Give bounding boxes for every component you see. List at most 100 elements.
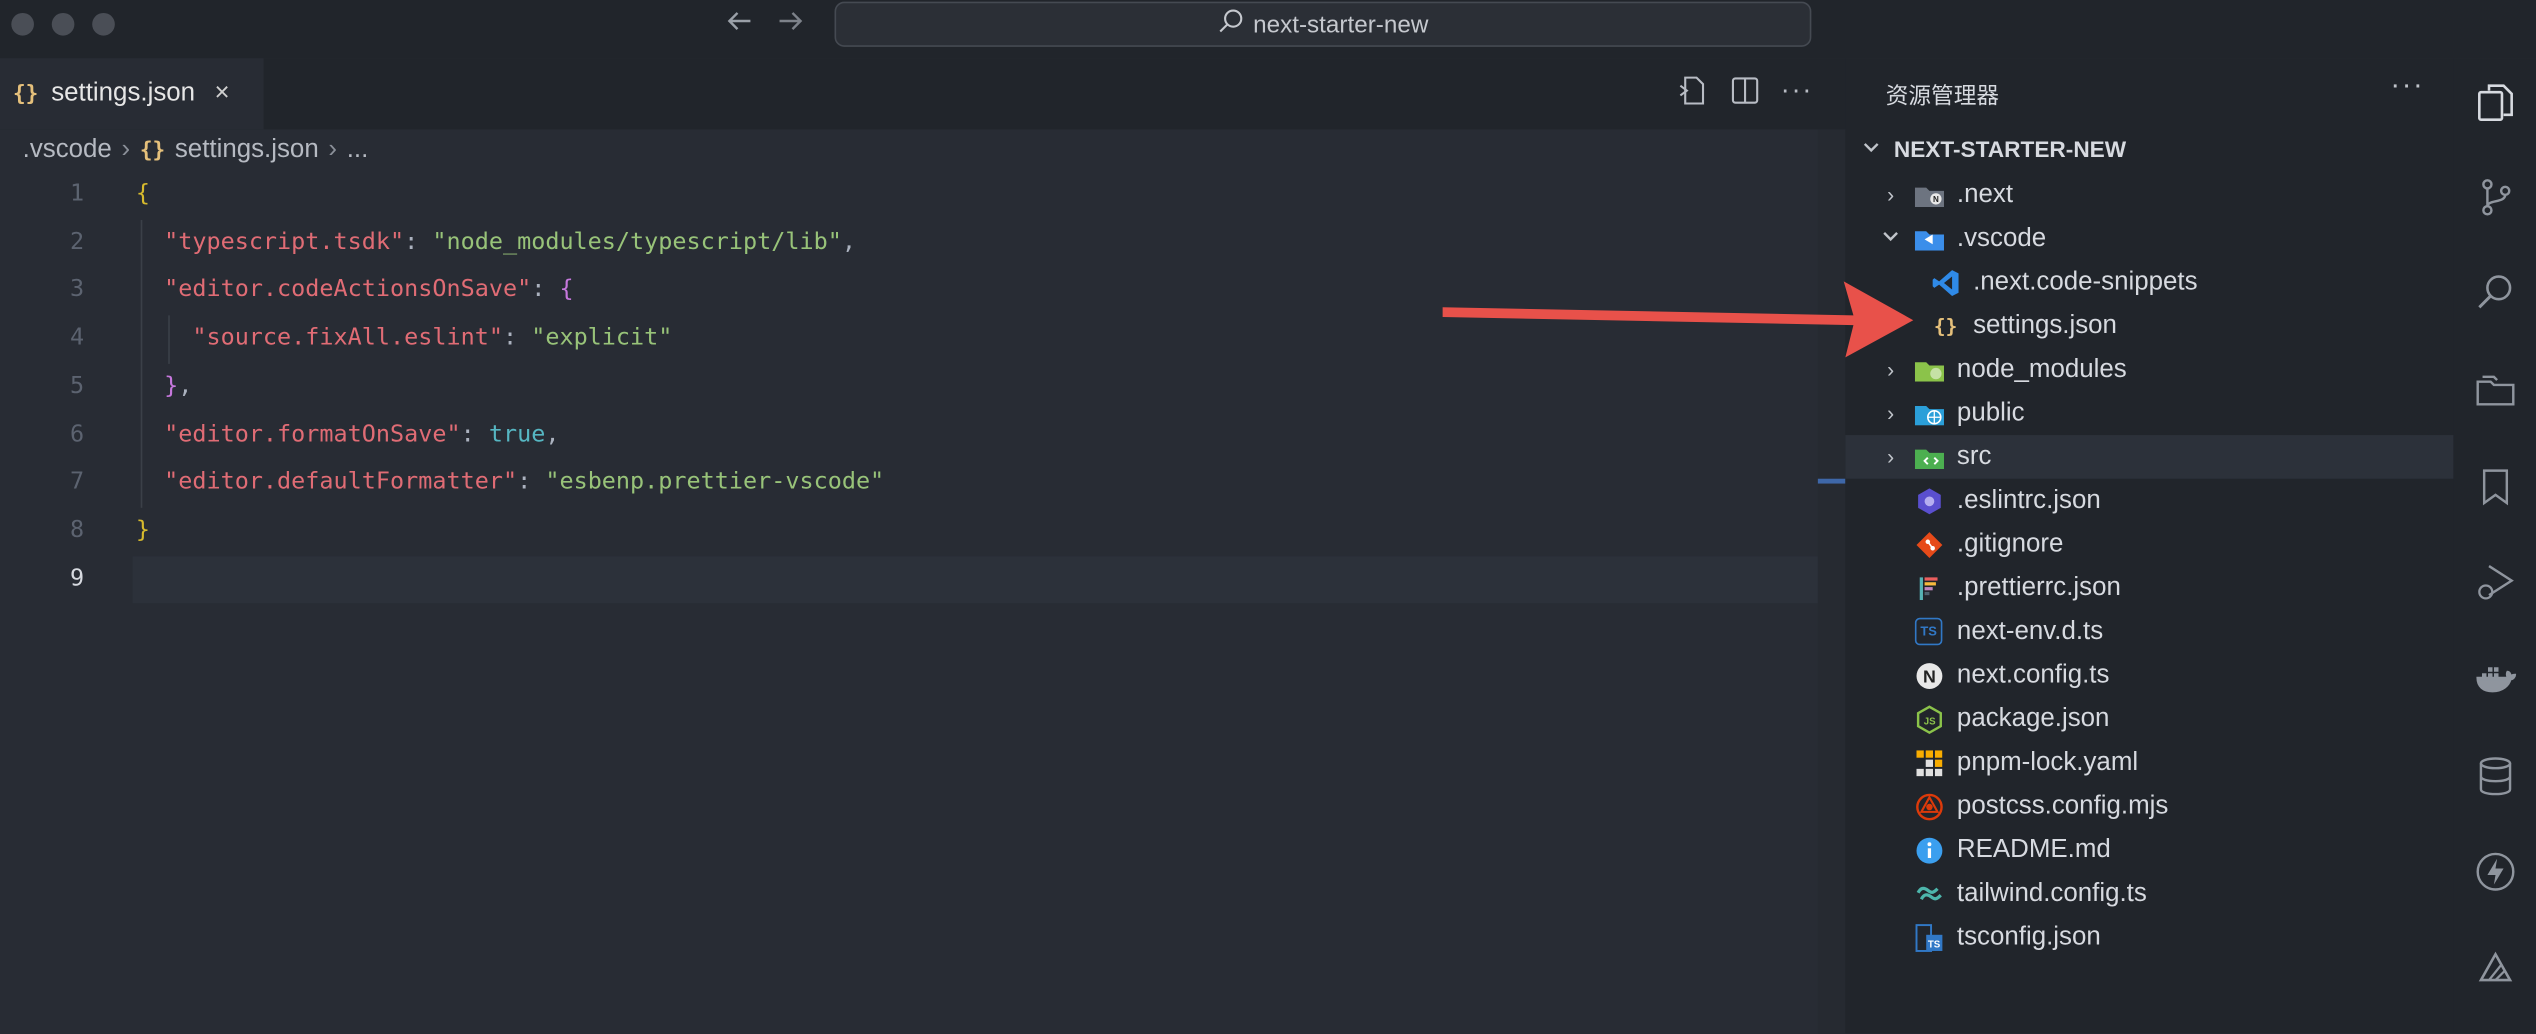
tree-item-label: settings.json [1973,311,2117,339]
source-control-icon[interactable] [2474,176,2516,218]
database-icon[interactable] [2474,755,2516,797]
chevron-right-icon: › [1887,357,1895,382]
code-text: }, [164,373,193,400]
more-actions-icon[interactable]: ··· [2390,68,2424,102]
code-line: 7 "editor.defaultFormatter": "esbenp.pre… [0,460,1818,508]
vscode-folder-icon [1914,224,1944,253]
tree-item-package-json[interactable]: JS package.json [1845,697,2453,741]
eslint-icon [1915,486,1944,515]
more-actions-icon[interactable]: ··· [1781,74,1813,114]
command-center-search[interactable]: next-starter-new [834,1,1812,47]
tree-item-label: pnpm-lock.yaml [1956,748,2139,776]
tree-item-pnpm-lock[interactable]: pnpm-lock.yaml [1845,741,2453,785]
editor-actions: ··· [1677,74,1813,114]
tree-item-tailwind-config[interactable]: tailwind.config.ts [1845,872,2453,916]
code-editor[interactable]: 1 { 2 "typescript.tsdk": "node_modules/t… [0,171,1818,1033]
close-tab-button[interactable]: × [214,79,229,108]
tree-item-tsconfig[interactable]: TS tsconfig.json [1845,915,2453,959]
bookmark-icon[interactable] [2474,466,2516,508]
lightning-icon[interactable] [2474,851,2516,893]
arrow-left-icon[interactable] [725,6,754,43]
line-number: 9 [69,565,85,592]
breadcrumb: .vscode › {} settings.json › ... [23,133,369,169]
line-number: 1 [69,181,85,208]
tree-item-gitignore[interactable]: .gitignore [1845,522,2453,566]
project-root[interactable]: NEXT-STARTER-NEW [1845,131,2453,167]
code-line: 9 [0,556,1818,604]
pnpm-icon [1915,748,1944,777]
next-folder-icon: N [1914,180,1944,209]
split-editor-icon[interactable] [1729,74,1761,114]
info-icon [1915,835,1944,864]
tree-item-next[interactable]: › N .next [1845,173,2453,217]
tree-item-code-snippets[interactable]: .next.code-snippets [1845,260,2453,304]
tree-item-settings-json[interactable]: {} settings.json [1845,304,2453,348]
json-braces-icon: {} [12,81,39,106]
tree-item-label: next.config.ts [1956,660,2110,689]
tree-item-label: README.md [1956,835,2111,863]
line-number: 6 [69,421,85,448]
line-number: 2 [69,229,85,256]
tailwind-icon [1915,879,1944,908]
minimize-window-button[interactable] [51,12,75,36]
public-folder-icon [1914,399,1944,428]
tree-item-postcss-config[interactable]: postcss.config.mjs [1845,784,2453,828]
tree-item-label: .next [1956,180,2014,208]
chevron-right-icon: › [121,135,131,164]
tree-item-eslintrc[interactable]: .eslintrc.json [1845,479,2453,523]
breadcrumb-more[interactable]: ... [347,136,369,165]
tree-item-label: .next.code-snippets [1973,267,2198,296]
tree-item-label: .eslintrc.json [1956,485,2101,514]
explorer-icon[interactable] [2474,81,2516,123]
search-icon[interactable] [2474,272,2516,314]
tree-item-label: public [1956,398,2025,427]
code-line: 6 "editor.formatOnSave": true, [0,412,1818,460]
tree-item-label: tailwind.config.ts [1956,879,2147,907]
code-text: "editor.codeActionsOnSave": { [164,277,574,304]
git-icon [1915,530,1944,559]
tree-item-label: .vscode [1956,223,2047,252]
open-preview-icon[interactable] [1677,74,1709,114]
code-line: 1 { [0,171,1818,219]
breadcrumb-folder[interactable]: .vscode [23,136,112,165]
scrollbar-cursor-marker [1817,478,1846,484]
tree-item-prettierrc[interactable]: .prettierrc.json [1845,566,2453,610]
tree-item-src[interactable]: › src [1845,435,2454,479]
typescript-def-icon: TS [1914,617,1943,646]
docker-icon[interactable] [2474,658,2517,700]
search-text: next-starter-new [1253,10,1429,39]
tree-item-node-modules[interactable]: › node_modules [1845,348,2453,392]
postcss-icon [1915,792,1944,821]
arrow-right-icon[interactable] [776,6,805,43]
code-text: { [135,181,150,208]
folders-icon[interactable] [2474,369,2516,411]
tree-item-public[interactable]: › public [1845,391,2453,435]
line-number: 4 [69,325,85,352]
tree-item-next-env[interactable]: TS next-env.d.ts [1845,610,2453,654]
src-folder-icon [1914,442,1944,471]
maximize-window-button[interactable] [92,12,115,36]
line-number: 7 [69,469,85,496]
chevron-down-icon [1881,226,1900,250]
tree-item-vscode[interactable]: .vscode [1845,217,2453,261]
tree-item-label: next-env.d.ts [1956,616,2104,645]
extensions-icon[interactable] [2474,948,2516,990]
tree-item-label: .gitignore [1956,529,2064,558]
code-line: 2 "typescript.tsdk": "node_modules/types… [0,219,1818,267]
tree-item-label: postcss.config.mjs [1956,791,2169,820]
code-text: "editor.defaultFormatter": "esbenp.prett… [164,469,885,496]
close-window-button[interactable] [11,12,34,36]
editor-scrollbar[interactable] [1817,129,1846,1034]
tree-item-next-config[interactable]: N next.config.ts [1845,653,2453,697]
code-text: "source.fixAll.eslint": "explicit" [192,325,673,352]
editor-tab-bar: {} settings.json × ··· [0,58,1846,130]
vscode-icon [1931,268,1960,297]
tree-item-readme[interactable]: README.md [1845,828,2453,872]
nextjs-icon: N [1915,661,1944,690]
run-debug-icon[interactable] [2474,561,2516,603]
code-line: 3 "editor.codeActionsOnSave": { [0,267,1818,315]
breadcrumb-file[interactable]: settings.json [175,136,319,165]
code-text: "typescript.tsdk": "node_modules/typescr… [164,229,856,256]
title-bar: next-starter-new [0,0,2536,59]
tab-settings-json[interactable]: {} settings.json × [0,58,264,130]
